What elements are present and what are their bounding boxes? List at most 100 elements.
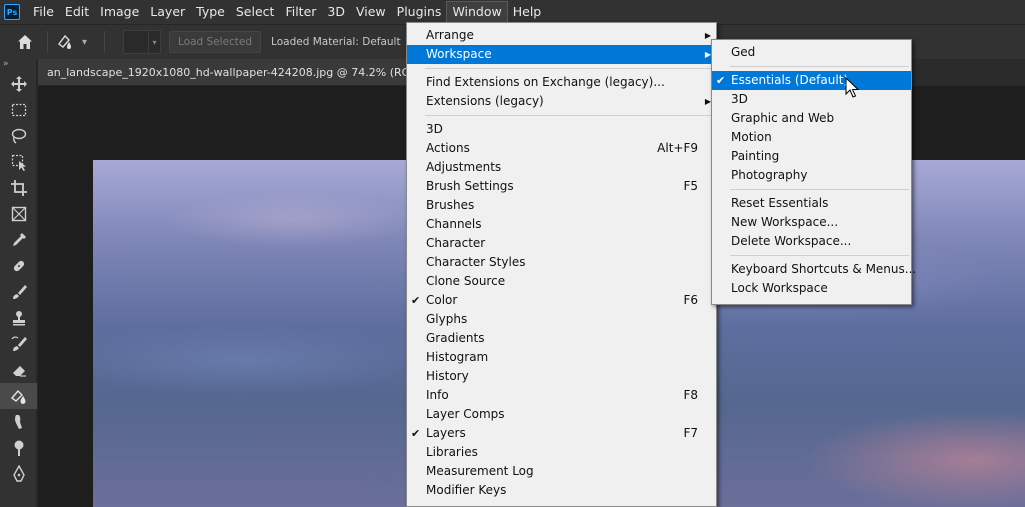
load-selected-button[interactable]: Load Selected bbox=[169, 31, 262, 53]
window-menu-item-libraries[interactable]: Libraries bbox=[407, 443, 716, 462]
lasso-icon bbox=[11, 128, 26, 144]
crop-icon bbox=[10, 180, 27, 196]
material-swatch[interactable] bbox=[123, 30, 149, 54]
workspace-menu-item-graphic-and-web[interactable]: Graphic and Web bbox=[712, 109, 911, 128]
window-menu-item-measurement-log[interactable]: Measurement Log bbox=[407, 462, 716, 481]
menu-item-label: Histogram bbox=[426, 350, 489, 364]
stamp-icon bbox=[12, 311, 25, 326]
menu-help[interactable]: Help bbox=[508, 2, 547, 22]
workspace-menu-item-delete-workspace[interactable]: Delete Workspace... bbox=[712, 232, 911, 251]
window-menu-item-workspace[interactable]: Workspace ▶ bbox=[407, 45, 716, 64]
tool-eyedropper[interactable] bbox=[0, 227, 37, 253]
tool-object-select[interactable] bbox=[0, 149, 37, 175]
mouse-cursor-icon bbox=[845, 77, 859, 98]
menu-3d[interactable]: 3D bbox=[322, 2, 350, 22]
tool-healing[interactable] bbox=[0, 253, 37, 279]
eyedropper-icon bbox=[12, 233, 26, 246]
workspace-menu-item-reset-essentials[interactable]: Reset Essentials bbox=[712, 194, 911, 213]
window-menu-item-actions[interactable]: Actions Alt+F9 bbox=[407, 139, 716, 158]
window-menu-item-3d[interactable]: 3D bbox=[407, 120, 716, 139]
menu-item-label: Adjustments bbox=[426, 160, 502, 174]
menu-bar-items: File Edit Image Layer Type Select Filter 3D View… bbox=[28, 1, 547, 23]
tool-material-drop[interactable] bbox=[0, 383, 37, 409]
menu-separator bbox=[425, 115, 714, 116]
menu-select[interactable]: Select bbox=[231, 2, 280, 22]
checkmark-icon: ✔ bbox=[411, 427, 421, 440]
home-icon[interactable] bbox=[11, 28, 39, 56]
workspace-menu-item-lock-workspace[interactable]: Lock Workspace bbox=[712, 279, 911, 298]
window-menu-item-info[interactable]: Info F8 bbox=[407, 386, 716, 405]
menu-view[interactable]: View bbox=[351, 2, 391, 22]
tool-pen[interactable] bbox=[0, 461, 37, 487]
menu-filter[interactable]: Filter bbox=[280, 2, 321, 22]
tools-panel: » bbox=[0, 59, 37, 507]
menu-item-label: Clone Source bbox=[426, 274, 506, 288]
tool-frame[interactable] bbox=[0, 201, 37, 227]
menu-item-label: Gradients bbox=[426, 331, 485, 345]
menu-item-label: New Workspace... bbox=[731, 215, 839, 229]
menu-item-label: Layers bbox=[426, 426, 466, 440]
menu-separator bbox=[730, 255, 909, 256]
window-menu-item-histogram[interactable]: Histogram bbox=[407, 348, 716, 367]
collapse-toolbar-button[interactable]: » bbox=[0, 59, 36, 71]
window-menu-item-character[interactable]: Character bbox=[407, 234, 716, 253]
workspace-menu-item-photography[interactable]: Photography bbox=[712, 166, 911, 185]
tool-brush[interactable] bbox=[0, 279, 37, 305]
workspace-menu-item-3d[interactable]: 3D bbox=[712, 90, 911, 109]
menu-item-label: Workspace bbox=[426, 47, 492, 61]
workspace-menu-item-keyboard-shortcuts-and-menus[interactable]: Keyboard Shortcuts & Menus... bbox=[712, 260, 916, 279]
tool-marquee[interactable] bbox=[0, 97, 37, 123]
document-tab[interactable]: an_landscape_1920x1080_hd-wallpaper-4242… bbox=[38, 59, 418, 86]
tool-smudge[interactable] bbox=[0, 409, 37, 435]
window-menu-item-clone-source[interactable]: Clone Source bbox=[407, 272, 716, 291]
healing-icon bbox=[13, 260, 24, 272]
tool-history-brush[interactable] bbox=[0, 331, 37, 357]
workspace-menu-item-motion[interactable]: Motion bbox=[712, 128, 911, 147]
tool-stamp[interactable] bbox=[0, 305, 37, 331]
smudge-icon bbox=[14, 415, 22, 429]
menu-item-label: Color bbox=[426, 293, 458, 307]
window-menu-item-modifier-keys[interactable]: Modifier Keys bbox=[407, 481, 716, 500]
tool-dodge[interactable] bbox=[0, 435, 37, 461]
window-menu-item-color[interactable]: ✔ Color F6 bbox=[407, 291, 716, 310]
tool-crop[interactable] bbox=[0, 175, 37, 201]
tool-preset-picker[interactable]: ▾ bbox=[56, 29, 96, 55]
workspace-menu-item-new-workspace[interactable]: New Workspace... bbox=[712, 213, 911, 232]
menu-separator bbox=[730, 66, 909, 67]
window-menu-item-gradients[interactable]: Gradients bbox=[407, 329, 716, 348]
workspace-menu-item-ged[interactable]: Ged bbox=[712, 43, 911, 62]
menu-item-label: Actions bbox=[426, 141, 470, 155]
menu-type[interactable]: Type bbox=[191, 2, 230, 22]
menu-item-label: Motion bbox=[731, 130, 772, 144]
window-menu-item-adjustments[interactable]: Adjustments bbox=[407, 158, 716, 177]
window-menu-item-find-extensions-on-exchange-legacy[interactable]: Find Extensions on Exchange (legacy)... bbox=[407, 73, 716, 92]
tool-lasso[interactable] bbox=[0, 123, 37, 149]
window-menu-item-extensions-legacy[interactable]: Extensions (legacy) ▶ bbox=[407, 92, 716, 111]
tool-eraser[interactable] bbox=[0, 357, 37, 383]
tool-move[interactable] bbox=[0, 71, 37, 97]
window-menu-item-brushes[interactable]: Brushes bbox=[407, 196, 716, 215]
workspace-menu-item-painting[interactable]: Painting bbox=[712, 147, 911, 166]
window-menu-item-brush-settings[interactable]: Brush Settings F5 bbox=[407, 177, 716, 196]
window-menu-item-arrange[interactable]: Arrange ▶ bbox=[407, 26, 716, 45]
menu-window[interactable]: Window bbox=[446, 1, 508, 23]
workspace-menu-item-essentials-default[interactable]: ✔ Essentials (Default) bbox=[712, 71, 911, 90]
menu-item-label: Ged bbox=[731, 45, 756, 59]
menu-item-label: Layer Comps bbox=[426, 407, 505, 421]
window-menu-item-channels[interactable]: Channels bbox=[407, 215, 716, 234]
menu-item-label: Libraries bbox=[426, 445, 478, 459]
window-menu: Arrange ▶ Workspace ▶ Find Extensions on Exc… bbox=[406, 22, 717, 507]
menu-item-shortcut: F7 bbox=[683, 426, 698, 440]
menu-plugins[interactable]: Plugins bbox=[392, 2, 447, 22]
material-swatch-dropdown[interactable]: ▾ bbox=[149, 30, 161, 54]
menu-item-label: 3D bbox=[426, 122, 443, 136]
window-menu-item-layer-comps[interactable]: Layer Comps bbox=[407, 405, 716, 424]
menu-edit[interactable]: Edit bbox=[60, 2, 94, 22]
menu-file[interactable]: File bbox=[28, 2, 59, 22]
window-menu-item-history[interactable]: History bbox=[407, 367, 716, 386]
window-menu-item-glyphs[interactable]: Glyphs bbox=[407, 310, 716, 329]
menu-image[interactable]: Image bbox=[95, 2, 144, 22]
window-menu-item-character-styles[interactable]: Character Styles bbox=[407, 253, 716, 272]
window-menu-item-layers[interactable]: ✔ Layers F7 bbox=[407, 424, 716, 443]
menu-layer[interactable]: Layer bbox=[145, 2, 190, 22]
